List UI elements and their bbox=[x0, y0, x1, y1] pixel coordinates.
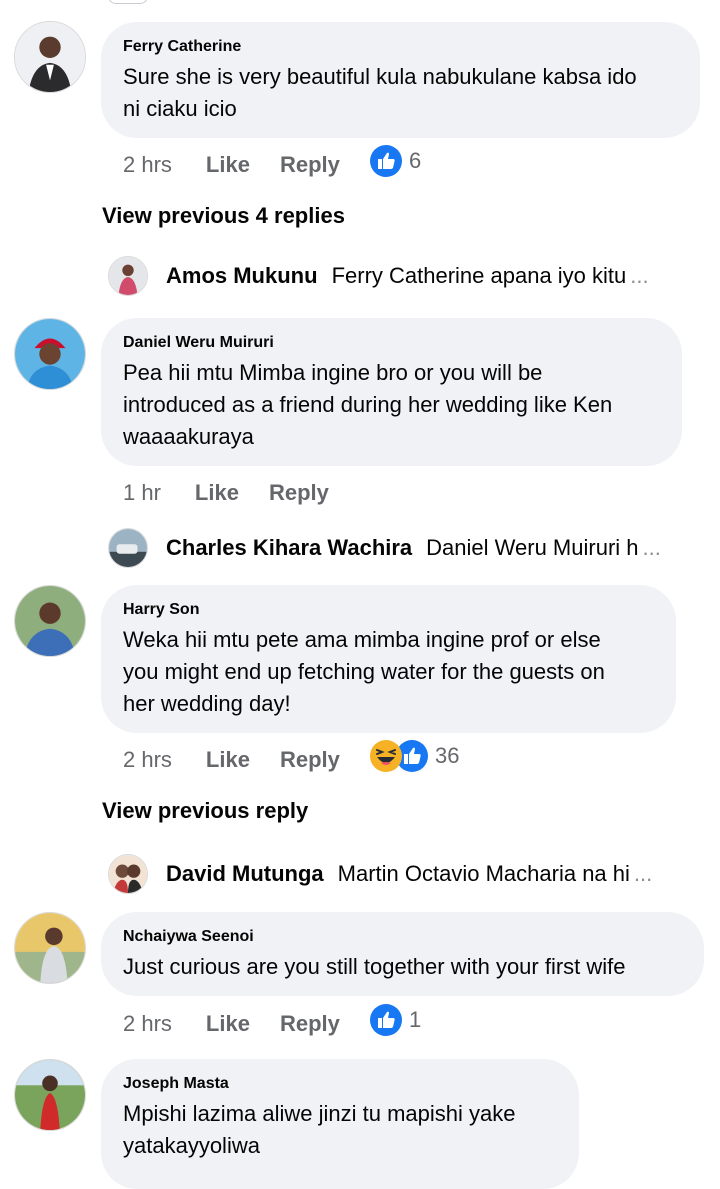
reaction-summary[interactable]: 36 bbox=[369, 739, 459, 773]
comment-author[interactable]: Ferry Catherine bbox=[123, 36, 678, 58]
reaction-count: 36 bbox=[435, 743, 460, 768]
like-button[interactable]: Like bbox=[206, 747, 250, 772]
avatar[interactable] bbox=[108, 256, 148, 296]
comment-bubble[interactable]: Daniel Weru Muiruri Pea hii mtu Mimba in… bbox=[101, 318, 682, 466]
comment-text: Pea hii mtu Mimba ingine bro or you will… bbox=[123, 357, 660, 453]
reaction-summary[interactable]: 6 bbox=[369, 144, 421, 178]
comment-author[interactable]: Harry Son bbox=[123, 599, 654, 621]
avatar[interactable] bbox=[108, 528, 148, 568]
haha-icon bbox=[370, 740, 402, 772]
comment-line: Sure she is very beautiful kula nabukula… bbox=[123, 64, 637, 89]
reply-button[interactable]: Reply bbox=[280, 1011, 340, 1036]
avatar[interactable] bbox=[14, 318, 86, 390]
reply-preview[interactable]: David Mutunga Martin Octavio Macharia na… bbox=[108, 852, 652, 896]
reply-author[interactable]: Amos Mukunu bbox=[166, 263, 318, 289]
reply-preview[interactable]: Amos Mukunu Ferry Catherine apana iyo ki… bbox=[108, 254, 649, 298]
comment-author[interactable]: Daniel Weru Muiruri bbox=[123, 332, 660, 354]
reply-text: Daniel Weru Muiruri h bbox=[426, 535, 639, 560]
comment-actions: 1 hr Like Reply bbox=[123, 478, 329, 508]
comment-time[interactable]: 2 hrs bbox=[123, 747, 172, 772]
comment-bubble[interactable]: Ferry Catherine Sure she is very beautif… bbox=[101, 22, 700, 138]
reply-ellipsis: ... bbox=[642, 535, 661, 560]
comment-line: yatakayyoliwa bbox=[123, 1133, 260, 1158]
like-button[interactable]: Like bbox=[195, 480, 239, 505]
comment-text: Mpishi lazima aliwe jinzi tu mapishi yak… bbox=[123, 1098, 557, 1162]
comment-line: ni ciaku icio bbox=[123, 96, 237, 121]
reply-button[interactable]: Reply bbox=[269, 480, 329, 505]
comment-line: Mpishi lazima aliwe jinzi tu mapishi yak… bbox=[123, 1101, 516, 1126]
comment-time[interactable]: 2 hrs bbox=[123, 152, 172, 177]
comment-time[interactable]: 1 hr bbox=[123, 480, 161, 505]
avatar[interactable] bbox=[14, 912, 86, 984]
avatar[interactable] bbox=[14, 585, 86, 657]
avatar[interactable] bbox=[14, 1059, 86, 1131]
comment-bubble[interactable]: Harry Son Weka hii mtu pete ama mimba in… bbox=[101, 585, 676, 733]
comment-line: Pea hii mtu Mimba ingine bro or you will… bbox=[123, 360, 543, 385]
reply-ellipsis: ... bbox=[630, 263, 649, 288]
reply-text: Ferry Catherine apana iyo kitu bbox=[331, 263, 627, 288]
reaction-count: 6 bbox=[409, 148, 422, 173]
avatar[interactable] bbox=[108, 854, 148, 894]
comment-author[interactable]: Joseph Masta bbox=[123, 1073, 557, 1095]
reply-text: Martin Octavio Macharia na hi bbox=[337, 861, 630, 886]
comment-actions: 2 hrs Like Reply bbox=[123, 745, 340, 775]
reply-preview[interactable]: Charles Kihara Wachira Daniel Weru Muiru… bbox=[108, 526, 661, 570]
comment-line: you might end up fetching water for the … bbox=[123, 659, 605, 684]
reply-author[interactable]: Charles Kihara Wachira bbox=[166, 535, 412, 561]
view-previous-replies[interactable]: View previous reply bbox=[102, 798, 308, 824]
reply-button[interactable]: Reply bbox=[280, 747, 340, 772]
comment-actions: 2 hrs Like Reply bbox=[123, 150, 340, 180]
reaction-summary[interactable]: 1 bbox=[369, 1003, 421, 1037]
like-icon bbox=[370, 145, 402, 177]
comment-text: Just curious are you still together with… bbox=[123, 951, 682, 983]
comment-time[interactable]: 2 hrs bbox=[123, 1011, 172, 1036]
like-button[interactable]: Like bbox=[206, 1011, 250, 1036]
comment-line: introduced as a friend during her weddin… bbox=[123, 392, 613, 417]
comment-line: Just curious are you still together with… bbox=[123, 954, 626, 979]
comment-actions: 2 hrs Like Reply bbox=[123, 1009, 340, 1039]
comment-text: Weka hii mtu pete ama mimba ingine prof … bbox=[123, 624, 654, 720]
view-previous-replies[interactable]: View previous 4 replies bbox=[102, 203, 345, 229]
comment-line: Weka hii mtu pete ama mimba ingine prof … bbox=[123, 627, 601, 652]
comment-bubble[interactable]: Joseph Masta Mpishi lazima aliwe jinzi t… bbox=[101, 1059, 579, 1189]
reply-button[interactable]: Reply bbox=[280, 152, 340, 177]
cutoff-avatar-edge bbox=[108, 0, 148, 4]
comment-bubble[interactable]: Nchaiywa Seenoi Just curious are you sti… bbox=[101, 912, 704, 996]
like-button[interactable]: Like bbox=[206, 152, 250, 177]
avatar[interactable] bbox=[14, 21, 86, 93]
reply-author[interactable]: David Mutunga bbox=[166, 861, 324, 887]
reply-ellipsis: ... bbox=[633, 861, 653, 886]
comment-text: Sure she is very beautiful kula nabukula… bbox=[123, 61, 678, 125]
comment-line: waaaakuraya bbox=[123, 424, 254, 449]
like-icon bbox=[370, 1004, 402, 1036]
comment-line: her wedding day! bbox=[123, 691, 291, 716]
reaction-count: 1 bbox=[409, 1007, 422, 1032]
comment-author[interactable]: Nchaiywa Seenoi bbox=[123, 926, 682, 948]
